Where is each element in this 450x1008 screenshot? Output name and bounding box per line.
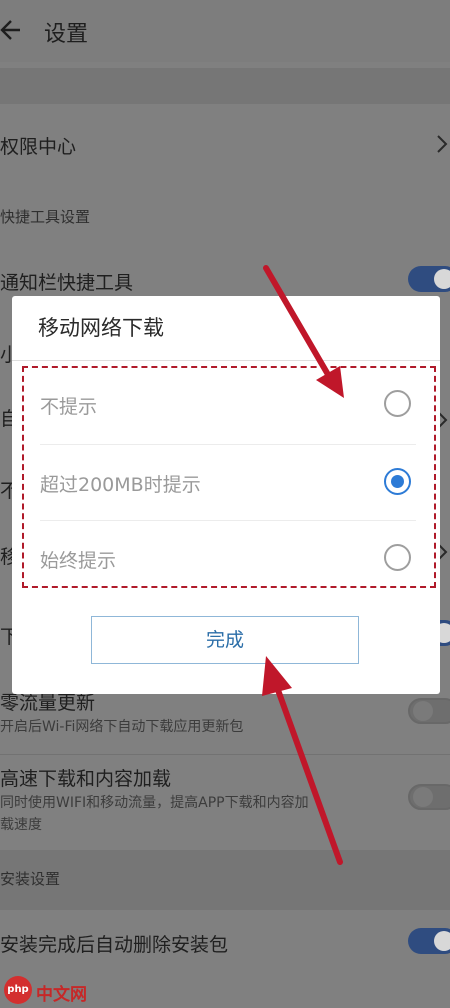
fast-download-title[interactable]: 高速下载和内容加载 xyxy=(0,764,171,791)
fast-download-toggle[interactable] xyxy=(408,784,450,810)
fast-download-subtitle-1: 同时使用WIFI和移动流量，提高APP下载和内容加 xyxy=(0,795,309,811)
auto-delete-package-item[interactable]: 安装完成后自动删除安装包 xyxy=(0,930,228,957)
toggle-knob xyxy=(413,787,433,807)
notification-shortcut-item[interactable]: 通知栏快捷工具 xyxy=(0,268,133,295)
app-bar: 设置 xyxy=(0,0,450,62)
auto-update-toggle[interactable] xyxy=(408,698,450,724)
php-logo: php xyxy=(4,976,32,1004)
dialog-divider xyxy=(12,360,440,361)
highlight-box xyxy=(22,366,436,588)
toggle-knob xyxy=(434,931,450,951)
toggle-knob xyxy=(413,701,433,721)
install-section-label: 安装设置 xyxy=(0,870,61,888)
section-gap xyxy=(0,68,450,104)
auto-delete-toggle[interactable] xyxy=(408,928,450,954)
back-arrow-icon[interactable] xyxy=(0,16,28,44)
section-gap xyxy=(0,850,450,910)
watermark: php 中文网 xyxy=(0,966,150,1008)
dialog-title: 移动网络下载 xyxy=(38,316,164,340)
divider xyxy=(0,754,450,755)
auto-update-subtitle: 开启后Wi-Fi网络下自动下载应用更新包 xyxy=(0,719,244,735)
page-title: 设置 xyxy=(44,22,89,47)
chevron-right-icon xyxy=(436,134,448,154)
toggle-knob xyxy=(434,269,450,289)
permission-center-item[interactable]: 权限中心 xyxy=(0,132,76,159)
notification-shortcut-toggle[interactable] xyxy=(408,266,450,292)
fast-download-subtitle-2: 载速度 xyxy=(0,817,42,833)
done-button[interactable]: 完成 xyxy=(91,616,359,664)
watermark-text: 中文网 xyxy=(36,985,87,1005)
shortcut-section-label: 快捷工具设置 xyxy=(0,208,91,226)
